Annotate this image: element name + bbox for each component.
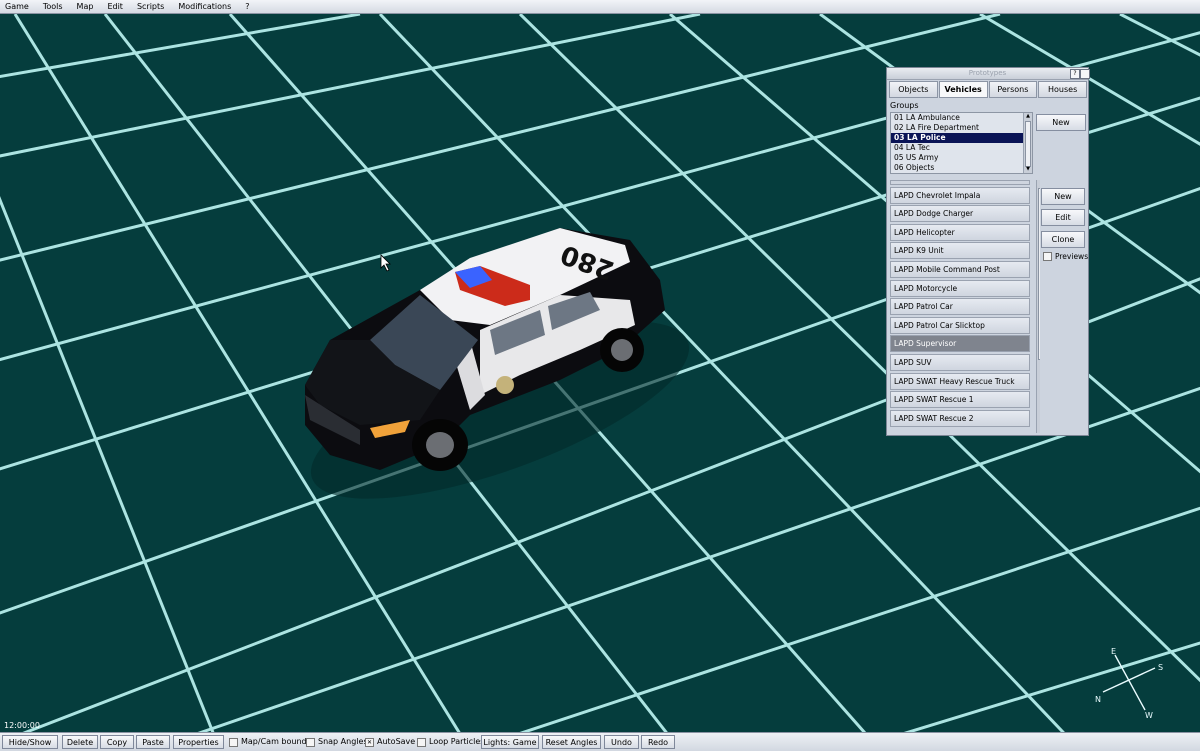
group-item[interactable]: 02 LA Fire Department — [891, 123, 1032, 133]
tab-houses[interactable]: Houses — [1038, 81, 1087, 98]
previews-toggle[interactable]: Previews — [1043, 252, 1088, 261]
tab-persons[interactable]: Persons — [988, 81, 1038, 98]
lights-button[interactable]: Lights: Game — [481, 735, 539, 749]
autosave-label: AutoSave — [377, 737, 416, 746]
scroll-up-icon[interactable]: ▲ — [1024, 113, 1032, 120]
previews-checkbox[interactable] — [1043, 252, 1052, 261]
list-item[interactable]: LAPD Chevrolet Impala — [890, 186, 1030, 204]
snap-angles-toggle[interactable]: Snap Angles — [306, 736, 368, 748]
group-item[interactable]: 01 LA Ambulance — [891, 113, 1032, 123]
groups-label: Groups — [890, 101, 919, 110]
previews-label: Previews — [1055, 252, 1089, 261]
menu-help[interactable]: ? — [240, 0, 258, 13]
snap-angles-label: Snap Angles — [318, 737, 368, 746]
groups-scrollbar[interactable]: ▲ ▼ — [1023, 113, 1032, 173]
vehicle-list-scrollbar[interactable] — [1036, 180, 1040, 433]
scroll-down-icon[interactable]: ▼ — [1024, 166, 1032, 173]
compass-w: W — [1145, 711, 1153, 720]
close-button[interactable] — [1080, 69, 1090, 79]
list-item[interactable]: LAPD SWAT Rescue 1 — [890, 391, 1030, 409]
list-item[interactable]: LAPD K9 Unit — [890, 242, 1030, 260]
compass-n: N — [1095, 695, 1101, 704]
list-item-partial — [890, 180, 1030, 185]
group-item[interactable]: 05 US Army — [891, 153, 1032, 163]
vehicle-clone-button[interactable]: Clone — [1041, 231, 1085, 248]
list-item[interactable]: LAPD Helicopter — [890, 223, 1030, 241]
loop-particles-toggle[interactable]: Loop Particles — [417, 736, 484, 748]
autosave-toggle[interactable]: ✕ AutoSave — [365, 736, 415, 748]
map-cam-bounds-checkbox[interactable] — [229, 737, 238, 747]
help-button[interactable]: ? — [1070, 69, 1080, 79]
group-new-button[interactable]: New — [1036, 114, 1086, 131]
undo-button[interactable]: Undo — [604, 735, 639, 749]
bottom-toolbar: Hide/Show Delete Copy Paste Properties M… — [0, 732, 1200, 751]
vehicle-edit-button[interactable]: Edit — [1041, 209, 1085, 226]
list-item[interactable]: LAPD Motorcycle — [890, 279, 1030, 297]
paste-button[interactable]: Paste — [136, 735, 170, 749]
menu-modifications[interactable]: Modifications — [173, 0, 240, 13]
copy-button[interactable]: Copy — [100, 735, 134, 749]
menu-scripts[interactable]: Scripts — [132, 0, 173, 13]
menu-bar: Game Tools Map Edit Scripts Modification… — [0, 0, 1200, 14]
prototype-tabs: Objects Vehicles Persons Houses — [889, 81, 1088, 98]
groups-list: 01 LA Ambulance 02 LA Fire Department 03… — [890, 112, 1033, 174]
hide-show-button[interactable]: Hide/Show — [2, 735, 58, 749]
vehicle-scroll-thumb[interactable] — [1038, 188, 1040, 360]
loop-particles-checkbox[interactable] — [417, 737, 426, 747]
menu-tools[interactable]: Tools — [38, 0, 72, 13]
menu-map[interactable]: Map — [72, 0, 103, 13]
list-item[interactable]: LAPD SWAT Heavy Rescue Truck — [890, 372, 1030, 390]
mouse-cursor-icon — [380, 254, 391, 272]
list-item-selected[interactable]: LAPD Supervisor — [890, 335, 1030, 353]
list-item[interactable]: LAPD SWAT Rescue 2 — [890, 409, 1030, 427]
prototypes-title: Prototypes — [968, 69, 1007, 77]
group-item[interactable]: 06 Objects — [891, 163, 1032, 173]
properties-button[interactable]: Properties — [173, 735, 224, 749]
game-time: 12:00:00 — [4, 721, 40, 730]
delete-button[interactable]: Delete — [62, 735, 98, 749]
prototypes-panel: Prototypes ? Objects Vehicles Persons Ho… — [886, 67, 1090, 436]
tab-vehicles[interactable]: Vehicles — [938, 81, 988, 98]
menu-game[interactable]: Game — [0, 0, 38, 13]
compass-s: S — [1158, 663, 1163, 672]
prototypes-titlebar[interactable]: Prototypes ? — [887, 68, 1090, 80]
autosave-checkbox-checked[interactable]: ✕ — [365, 737, 374, 747]
snap-angles-checkbox[interactable] — [306, 737, 315, 747]
vehicle-new-button[interactable]: New — [1041, 188, 1085, 205]
compass-e: E — [1111, 647, 1116, 656]
tab-objects[interactable]: Objects — [889, 81, 938, 98]
list-item[interactable]: LAPD SUV — [890, 353, 1030, 371]
map-cam-bounds-label: Map/Cam bounds — [241, 737, 311, 746]
map-cam-bounds-toggle[interactable]: Map/Cam bounds — [229, 736, 311, 748]
redo-button[interactable]: Redo — [641, 735, 675, 749]
menu-edit[interactable]: Edit — [102, 0, 132, 13]
list-item[interactable]: LAPD Patrol Car Slicktop — [890, 316, 1030, 334]
list-item[interactable]: LAPD Dodge Charger — [890, 205, 1030, 223]
vehicle-list: LAPD Chevrolet Impala LAPD Dodge Charger… — [890, 180, 1040, 433]
groups-scroll-thumb[interactable] — [1025, 121, 1031, 167]
group-item-selected[interactable]: 03 LA Police — [891, 133, 1023, 143]
group-item[interactable]: 04 LA Tec — [891, 143, 1032, 153]
police-suv-model[interactable]: 280 — [292, 228, 709, 535]
list-item[interactable]: LAPD Mobile Command Post — [890, 260, 1030, 278]
reset-angles-button[interactable]: Reset Angles — [542, 735, 601, 749]
list-item[interactable]: LAPD Patrol Car — [890, 298, 1030, 316]
loop-particles-label: Loop Particles — [429, 737, 485, 746]
